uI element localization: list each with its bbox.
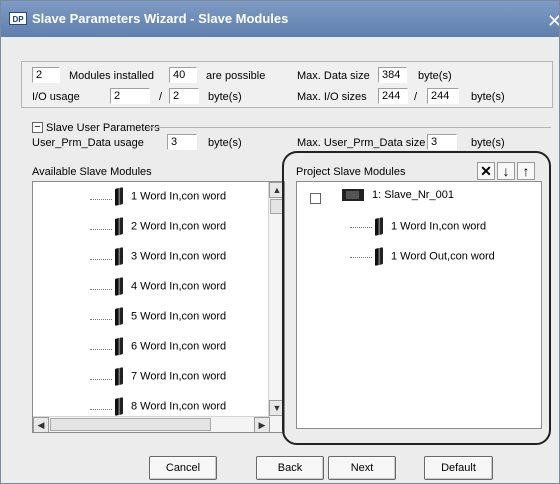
tree-connector — [350, 227, 372, 228]
scroll-right-button[interactable]: ▶ — [254, 417, 270, 432]
tree-connector — [90, 199, 112, 200]
max-user-prm-data-size-field: 3 — [427, 134, 457, 150]
module-icon — [115, 337, 123, 356]
move-module-down-button[interactable]: ↓ — [497, 162, 515, 180]
available-module-item[interactable]: 1 Word In,con word — [115, 187, 227, 206]
default-button[interactable]: Default — [424, 456, 493, 480]
project-module-item[interactable]: 1 Word Out,con word — [375, 247, 495, 266]
available-module-item[interactable]: 4 Word In,con word — [115, 277, 227, 296]
project-slave-root[interactable]: 1: Slave_Nr_001 — [342, 188, 454, 202]
scroll-left-button[interactable]: ◀ — [33, 417, 49, 432]
user-prm-data-usage-unit: byte(s) — [208, 137, 242, 149]
slave-user-parameters-divider — [148, 127, 551, 128]
max-io-unit: byte(s) — [471, 91, 505, 103]
scroll-down-button[interactable]: ▼ — [269, 400, 284, 416]
tree-connector — [350, 257, 372, 258]
io-usage-separator: / — [159, 91, 163, 103]
modules-installed-label: Modules installed — [69, 70, 154, 82]
expand-collapse-icon[interactable] — [310, 193, 321, 204]
tree-connector — [90, 289, 112, 290]
available-module-label: 4 Word In,con word — [131, 280, 227, 293]
max-io-output-field: 244 — [427, 88, 459, 104]
project-slave-modules-tree[interactable]: 1: Slave_Nr_001 1 Word In,con word 1 Wor… — [296, 181, 542, 429]
next-button[interactable]: Next — [328, 456, 396, 480]
close-window-button[interactable]: ✕ — [547, 11, 559, 31]
available-module-item[interactable]: 2 Word In,con word — [115, 217, 227, 236]
user-prm-data-usage-field: 3 — [167, 134, 197, 150]
horizontal-scroll-thumb[interactable] — [50, 418, 211, 431]
available-modules-horizontal-scrollbar[interactable]: ◀ ▶ — [33, 416, 270, 432]
slave-user-parameters-title: Slave User Parameters — [46, 122, 160, 134]
project-module-label: 1 Word In,con word — [391, 220, 487, 233]
slave-modules-wizard-window: DP Slave Parameters Wizard - Slave Modul… — [0, 0, 560, 484]
available-module-label: 6 Word In,con word — [131, 340, 227, 353]
module-icon — [375, 217, 383, 236]
cancel-button[interactable]: Cancel — [149, 456, 217, 480]
io-usage-label: I/O usage — [32, 91, 80, 103]
module-icon — [115, 187, 123, 206]
window-title-bar: DP Slave Parameters Wizard - Slave Modul… — [1, 1, 559, 37]
available-module-item[interactable]: 3 Word In,con word — [115, 247, 227, 266]
window-title: Slave Parameters Wizard - Slave Modules — [32, 11, 289, 26]
module-icon — [115, 217, 123, 236]
possible-modules-label: are possible — [206, 70, 266, 82]
tree-connector — [90, 229, 112, 230]
tree-connector — [90, 349, 112, 350]
module-icon — [115, 307, 123, 326]
available-module-item[interactable]: 7 Word In,con word — [115, 367, 227, 386]
back-button[interactable]: Back — [256, 456, 324, 480]
module-icon — [115, 277, 123, 296]
modules-installed-field: 2 — [32, 67, 60, 83]
available-module-label: 1 Word In,con word — [131, 190, 227, 203]
tree-connector — [90, 259, 112, 260]
scroll-up-button[interactable]: ▲ — [269, 182, 284, 198]
module-icon — [375, 247, 383, 266]
dp-app-icon: DP — [9, 12, 27, 25]
scroll-thumb[interactable] — [270, 199, 283, 214]
max-data-size-label: Max. Data size — [297, 70, 370, 82]
available-module-label: 2 Word In,con word — [131, 220, 227, 233]
available-module-label: 5 Word In,con word — [131, 310, 227, 323]
available-modules-vertical-scrollbar[interactable]: ▲ ▼ — [268, 182, 284, 432]
max-io-sizes-label: Max. I/O sizes — [297, 91, 367, 103]
io-usage-unit: byte(s) — [208, 91, 242, 103]
tree-connector — [90, 409, 112, 410]
move-module-up-button[interactable]: ↑ — [517, 162, 535, 180]
available-module-label: 7 Word In,con word — [131, 370, 227, 383]
io-usage-input-field: 2 — [110, 88, 150, 104]
tree-connector — [90, 319, 112, 320]
delete-module-button[interactable]: ✕ — [477, 162, 495, 180]
slave-device-icon — [342, 189, 364, 202]
module-icon — [115, 367, 123, 386]
available-slave-modules-title: Available Slave Modules — [32, 166, 152, 178]
project-module-item[interactable]: 1 Word In,con word — [375, 217, 487, 236]
available-slave-modules-list[interactable]: 1 Word In,con word 2 Word In,con word 3 … — [32, 181, 285, 433]
tree-connector — [90, 379, 112, 380]
available-module-label: 8 Word In,con word — [131, 400, 227, 413]
user-prm-data-usage-label: User_Prm_Data usage — [32, 137, 144, 149]
available-module-item[interactable]: 8 Word In,con word — [115, 397, 227, 416]
available-module-label: 3 Word In,con word — [131, 250, 227, 263]
max-user-prm-data-size-label: Max. User_Prm_Data size — [297, 137, 426, 149]
project-slave-modules-title: Project Slave Modules — [296, 166, 406, 178]
max-user-prm-data-size-unit: byte(s) — [471, 137, 505, 149]
available-module-item[interactable]: 5 Word In,con word — [115, 307, 227, 326]
slave-user-parameters-collapse-button[interactable]: − — [32, 122, 43, 133]
max-io-input-field: 244 — [378, 88, 408, 104]
project-module-label: 1 Word Out,con word — [391, 250, 495, 263]
io-usage-output-field: 2 — [169, 88, 199, 104]
available-module-item[interactable]: 6 Word In,con word — [115, 337, 227, 356]
project-slave-root-label: 1: Slave_Nr_001 — [372, 189, 454, 201]
possible-modules-field: 40 — [169, 67, 197, 83]
max-data-size-field: 384 — [378, 67, 407, 83]
max-io-separator: / — [414, 91, 418, 103]
module-icon — [115, 397, 123, 416]
max-data-size-unit: byte(s) — [418, 70, 452, 82]
module-icon — [115, 247, 123, 266]
